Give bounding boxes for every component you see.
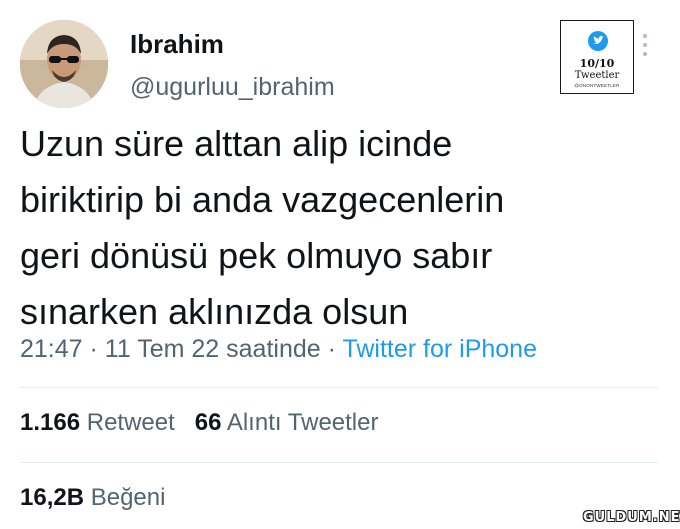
tweet-time[interactable]: 21:47 <box>20 335 83 363</box>
tweet-date[interactable]: 11 Tem 22 saatinde <box>105 335 321 363</box>
watermark: GULDUM.NET <box>583 510 680 525</box>
like-stats[interactable]: 16,2B Beğeni <box>20 484 165 512</box>
avatar-photo-icon <box>20 20 108 108</box>
quote-count: 66 <box>194 409 222 436</box>
tweet-text: Uzun süre alttan alip icinde biriktirip … <box>20 116 660 340</box>
tweet-meta: 21:47 · 11 Tem 22 saatinde · Twitter for… <box>20 335 537 364</box>
tweet-text-line: sınarken aklınızda olsun <box>20 291 409 332</box>
quote-count-link[interactable]: 66 Alıntı Tweetler <box>195 409 379 436</box>
badge-credit: @ONONTWEETLER <box>574 83 620 88</box>
tweet-text-line: Uzun süre alttan alip icinde <box>20 123 453 164</box>
tweet-card: Ibrahim @ugurluu_ibrahim 10/10 Tweetler … <box>0 0 680 529</box>
badge-score: 10/10 <box>579 57 615 70</box>
retweet-label: Retweet <box>86 409 175 436</box>
retweet-count: 1.166 <box>20 409 81 436</box>
tweet-text-line: biriktirip bi anda vazgecenlerin <box>20 179 505 220</box>
meta-separator: · <box>82 335 105 363</box>
tweet-text-line: geri dönüsü pek olmuyo sabır <box>20 235 493 276</box>
more-options-icon[interactable] <box>640 34 650 60</box>
twitter-bird-icon <box>588 31 608 51</box>
divider <box>20 387 658 388</box>
quote-label: Alıntı Tweetler <box>226 409 379 436</box>
avatar[interactable] <box>20 20 108 108</box>
retweet-count-link[interactable]: 1.166 Retweet <box>20 409 175 436</box>
tweet-source-link[interactable]: Twitter for iPhone <box>342 335 537 363</box>
badge-label: Tweetler <box>574 70 620 81</box>
like-count: 16,2B <box>20 484 85 511</box>
rating-badge: 10/10 Tweetler @ONONTWEETLER <box>560 20 634 94</box>
display-name[interactable]: Ibrahim <box>130 29 224 60</box>
retweet-stats: 1.166 Retweet 66 Alıntı Tweetler <box>20 409 378 437</box>
like-label: Beğeni <box>90 484 166 511</box>
meta-separator: · <box>320 335 343 363</box>
user-handle[interactable]: @ugurluu_ibrahim <box>130 73 335 102</box>
divider <box>20 462 658 463</box>
